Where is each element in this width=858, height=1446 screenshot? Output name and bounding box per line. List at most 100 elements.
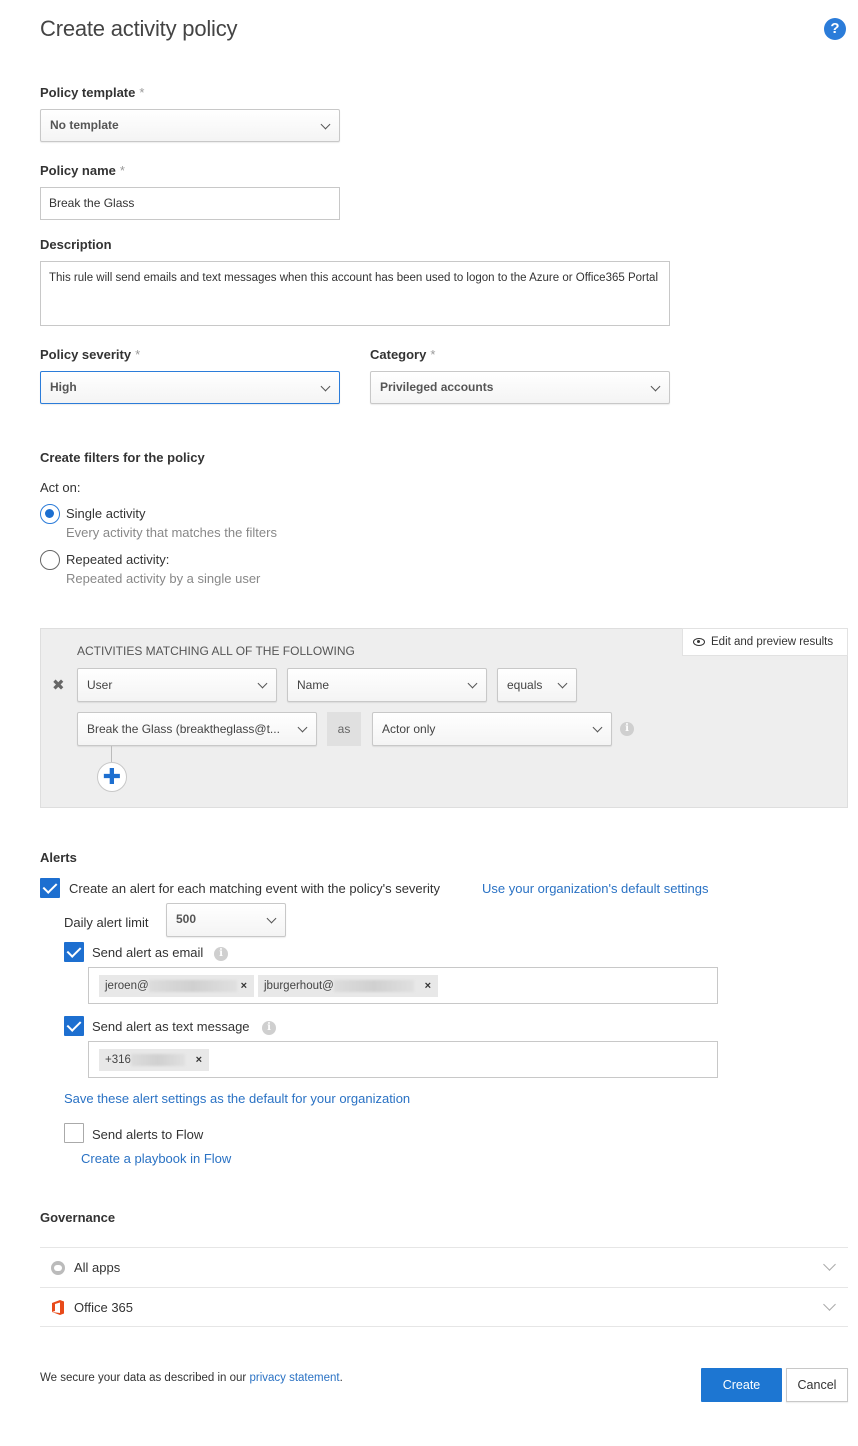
chevron-down-icon: [266, 913, 277, 924]
chevron-down-icon: [650, 381, 661, 392]
policy-severity-select[interactable]: High: [40, 371, 340, 404]
chevron-down-icon: [297, 722, 308, 733]
send-sms-label[interactable]: Send alert as text message: [92, 1019, 250, 1034]
info-icon[interactable]: i: [214, 947, 228, 961]
required-mark: *: [139, 85, 145, 100]
governance-row-label: Office 365: [74, 1300, 134, 1315]
create-alert-checkbox[interactable]: [40, 878, 60, 898]
governance-row-label: All apps: [74, 1260, 121, 1275]
chevron-down-icon: [592, 722, 603, 733]
daily-limit-select[interactable]: 500: [166, 903, 286, 937]
email-chip: jeroen@ ×: [99, 975, 254, 997]
filter-operator-value: equals: [507, 678, 543, 692]
category-label-text: Category: [370, 347, 427, 362]
privacy-end: .: [339, 1372, 343, 1384]
privacy-statement-link[interactable]: privacy statement: [249, 1372, 339, 1384]
chevron-down-icon: [557, 678, 568, 689]
send-sms-checkbox[interactable]: [64, 1016, 84, 1036]
required-mark: *: [135, 347, 141, 362]
chevron-down-icon: [257, 678, 268, 689]
daily-limit-value: 500: [176, 912, 197, 926]
edit-preview-label: Edit and preview results: [711, 636, 834, 648]
filter-value-select[interactable]: Break the Glass (breaktheglass@t...: [77, 712, 317, 746]
remove-chip-icon[interactable]: ×: [196, 1049, 202, 1071]
create-button[interactable]: Create: [701, 1368, 782, 1402]
policy-severity-value: High: [50, 380, 77, 394]
filter-role-value: Actor only: [382, 722, 436, 736]
redacted-text: [333, 979, 414, 992]
filter-subfield-value: Name: [297, 678, 330, 692]
privacy-text: We secure your data as described in our: [40, 1372, 250, 1384]
repeated-activity-description: Repeated activity by a single user: [66, 571, 261, 586]
chevron-down-icon: [823, 1298, 836, 1311]
as-label: as: [327, 712, 361, 746]
default-settings-link[interactable]: Use your organization's default settings: [482, 881, 709, 896]
policy-template-value: No template: [50, 118, 119, 132]
send-flow-label[interactable]: Send alerts to Flow: [92, 1127, 203, 1142]
filters-heading: Create filters for the policy: [40, 450, 205, 465]
save-default-link[interactable]: Save these alert settings as the default…: [64, 1091, 410, 1106]
policy-name-input[interactable]: Break the Glass: [40, 187, 340, 220]
cancel-button[interactable]: Cancel: [786, 1368, 848, 1402]
required-mark: *: [119, 163, 125, 178]
filter-field-value: User: [87, 678, 113, 692]
edit-preview-button[interactable]: Edit and preview results: [682, 628, 848, 656]
description-label: Description: [40, 237, 112, 252]
category-select[interactable]: Privileged accounts: [370, 371, 670, 404]
remove-chip-icon[interactable]: ×: [241, 975, 247, 997]
filter-subfield-select[interactable]: Name: [287, 668, 487, 702]
single-activity-label[interactable]: Single activity: [66, 506, 145, 521]
flow-playbook-link[interactable]: Create a playbook in Flow: [81, 1151, 231, 1166]
filter-role-select[interactable]: Actor only: [372, 712, 612, 746]
chevron-down-icon: [320, 119, 331, 130]
sms-chip: +316 ×: [99, 1049, 209, 1071]
governance-row-all-apps[interactable]: All apps: [40, 1247, 848, 1287]
required-mark: *: [430, 347, 436, 362]
info-icon[interactable]: i: [620, 722, 634, 736]
office365-icon: [52, 1300, 64, 1315]
cloud-icon: [51, 1261, 65, 1275]
filter-field-select[interactable]: User: [77, 668, 277, 702]
info-icon[interactable]: i: [262, 1021, 276, 1035]
question-circle-icon[interactable]: ?: [824, 18, 846, 40]
policy-severity-label-text: Policy severity: [40, 347, 132, 362]
email-chip-text: jeroen@: [105, 980, 149, 992]
eye-icon: [693, 638, 705, 646]
remove-filter-icon[interactable]: ✖: [52, 676, 65, 694]
governance-heading: Governance: [40, 1210, 116, 1225]
chevron-down-icon: [467, 678, 478, 689]
act-on-label: Act on:: [40, 480, 81, 495]
category-label: Category *: [370, 347, 435, 362]
sms-chip-text: +316: [105, 1054, 131, 1066]
alerts-heading: Alerts: [40, 850, 77, 865]
remove-chip-icon[interactable]: ×: [425, 975, 431, 997]
filter-box-heading: ACTIVITIES MATCHING ALL OF THE FOLLOWING: [77, 644, 355, 658]
privacy-notice: We secure your data as described in our …: [40, 1372, 343, 1384]
single-activity-radio[interactable]: [40, 504, 60, 524]
policy-template-label-text: Policy template: [40, 85, 136, 100]
governance-row-office365[interactable]: Office 365: [40, 1287, 848, 1327]
connector-line: [111, 746, 112, 762]
policy-severity-label: Policy severity *: [40, 347, 140, 362]
filter-value-text: Break the Glass (breaktheglass@t...: [87, 722, 280, 736]
redacted-text: [130, 1053, 185, 1066]
policy-name-label-text: Policy name: [40, 163, 116, 178]
description-textarea[interactable]: This rule will send emails and text mess…: [40, 261, 670, 326]
single-activity-description: Every activity that matches the filters: [66, 525, 277, 540]
chevron-down-icon: [823, 1258, 836, 1271]
repeated-activity-radio[interactable]: [40, 550, 60, 570]
send-email-label[interactable]: Send alert as email: [92, 945, 203, 960]
create-alert-label[interactable]: Create an alert for each matching event …: [69, 881, 440, 896]
daily-limit-label: Daily alert limit: [64, 915, 149, 930]
policy-name-label: Policy name *: [40, 163, 125, 178]
policy-template-label: Policy template *: [40, 85, 144, 100]
send-email-checkbox[interactable]: [64, 942, 84, 962]
add-filter-button[interactable]: ✚: [97, 762, 127, 792]
policy-template-select[interactable]: No template: [40, 109, 340, 142]
filter-operator-select[interactable]: equals: [497, 668, 577, 702]
email-chip: jburgerhout@ ×: [258, 975, 438, 997]
email-chip-text: jburgerhout@: [264, 980, 334, 992]
send-flow-checkbox[interactable]: [64, 1123, 84, 1143]
repeated-activity-label[interactable]: Repeated activity:: [66, 552, 169, 567]
category-value: Privileged accounts: [380, 380, 494, 394]
